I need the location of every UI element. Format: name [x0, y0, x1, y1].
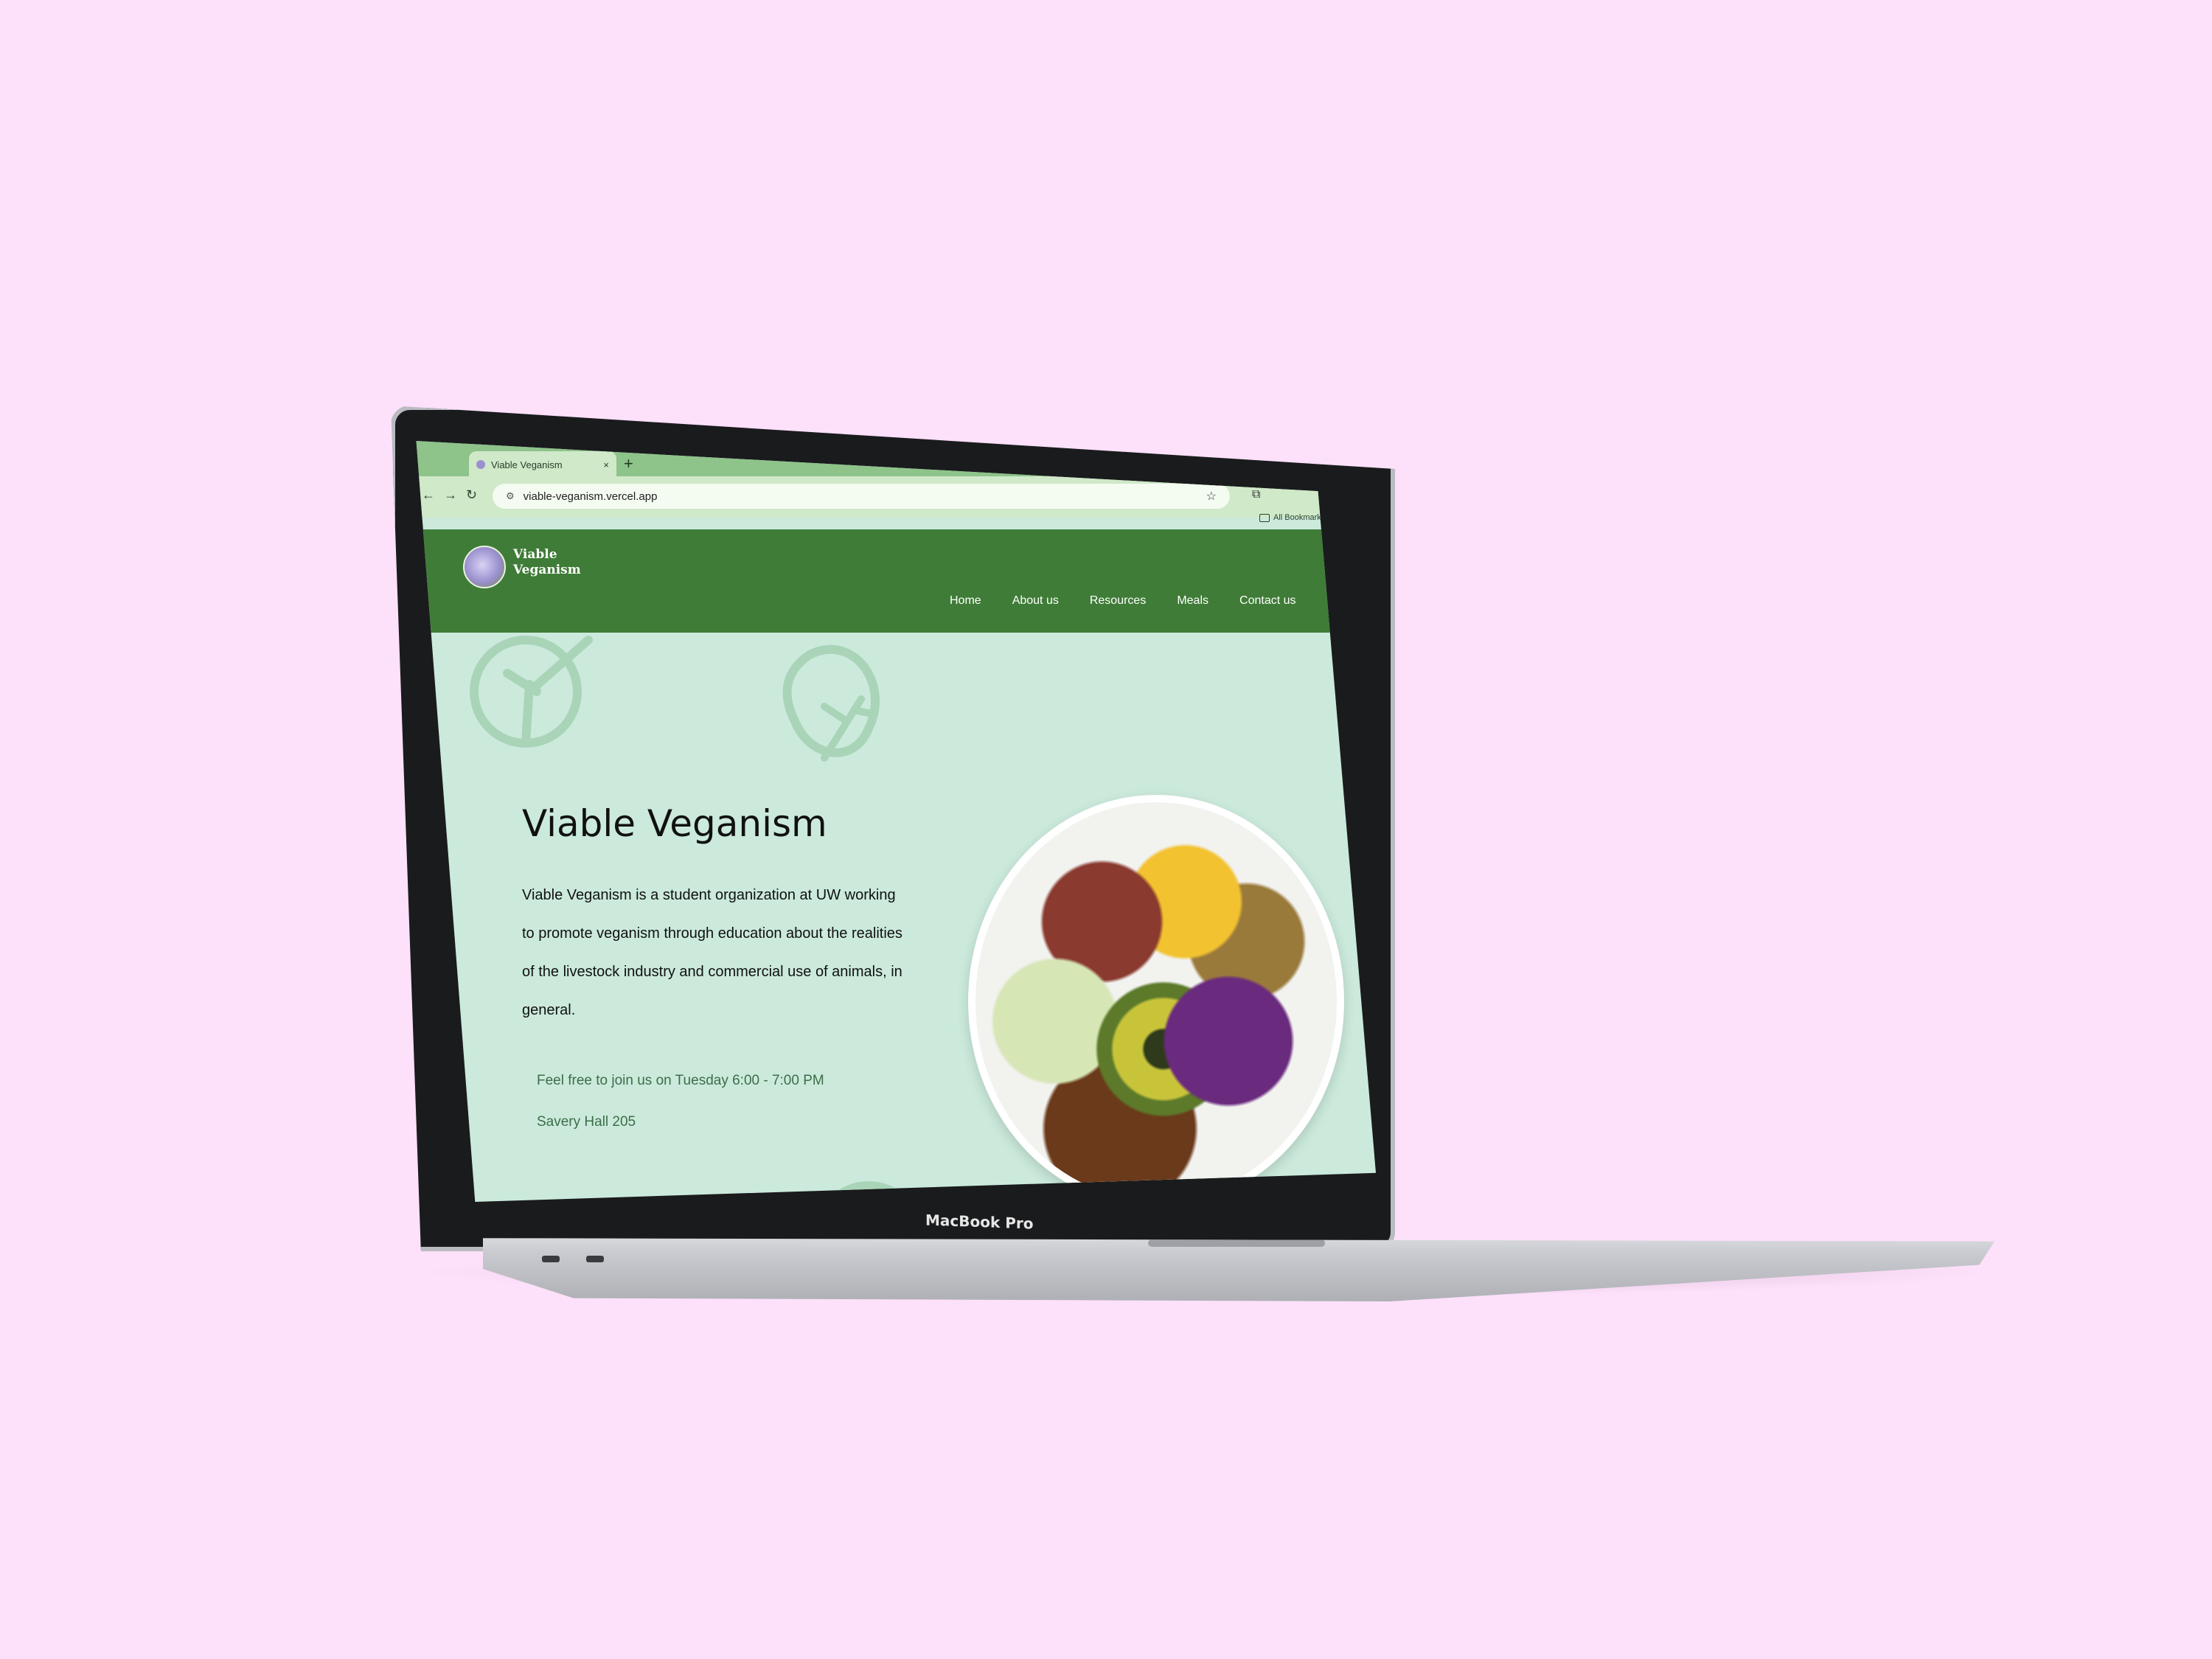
usb-c-port	[542, 1256, 560, 1262]
bookmarks-bar[interactable]: All Bookmarks	[1259, 513, 1325, 522]
new-tab-icon[interactable]: +	[624, 454, 633, 473]
laptop-screen: Viable Veganism × + ← → ↻ ⚙ viable-vegan…	[416, 441, 1376, 1202]
nav-meals[interactable]: Meals	[1177, 594, 1208, 608]
hero-section: Viable Veganism Viable Veganism is a stu…	[417, 633, 1376, 1202]
url-text: viable-veganism.vercel.app	[523, 490, 658, 503]
site-header: Viable Veganism Home About us Resources …	[416, 529, 1376, 633]
leaf-icon	[782, 645, 880, 762]
leaf-circle-icon	[470, 636, 593, 748]
nav-resources[interactable]: Resources	[1090, 594, 1146, 608]
back-icon[interactable]: ←	[422, 487, 435, 503]
meeting-info: Feel free to join us on Tuesday 6:00 - 7…	[537, 1060, 824, 1143]
site-info-icon[interactable]: ⚙	[506, 490, 515, 502]
device-label: MacBook Pro	[925, 1211, 1034, 1233]
meeting-time: Feel free to join us on Tuesday 6:00 - 7…	[537, 1073, 824, 1088]
hero-description: Viable Veganism is a student organizatio…	[522, 887, 902, 1018]
bookmarks-label: All Bookmarks	[1273, 513, 1326, 522]
browser-tab[interactable]: Viable Veganism ×	[469, 451, 616, 478]
main-nav: Home About us Resources Meals Contact us	[950, 594, 1296, 608]
hero-title: Viable Veganism	[522, 802, 827, 845]
brand-text: Viable Veganism	[513, 547, 581, 577]
reload-icon[interactable]: ↻	[466, 487, 477, 503]
extensions-icon[interactable]: ⧉	[1252, 488, 1260, 501]
tab-title: Viable Veganism	[491, 459, 563, 470]
close-tab-icon[interactable]: ×	[603, 459, 609, 470]
site-logo[interactable]	[463, 546, 506, 588]
usb-c-port	[586, 1256, 604, 1262]
forward-icon[interactable]: →	[444, 487, 457, 503]
food-bowl-image	[968, 795, 1344, 1202]
nav-home[interactable]: Home	[950, 594, 981, 608]
trackpad-notch	[1148, 1239, 1325, 1247]
brand-name[interactable]: Viable Veganism	[513, 547, 581, 578]
folder-icon	[1259, 513, 1270, 522]
meeting-place: Savery Hall 205	[537, 1114, 636, 1130]
nav-about-us[interactable]: About us	[1012, 594, 1059, 608]
mockup-scene: Viable Veganism × + ← → ↻ ⚙ viable-vegan…	[0, 0, 2212, 1659]
star-icon[interactable]: ☆	[1206, 489, 1217, 504]
address-bar[interactable]: ⚙ viable-veganism.vercel.app ☆	[493, 484, 1230, 509]
nav-contact-us[interactable]: Contact us	[1239, 594, 1295, 608]
favicon-icon	[476, 460, 485, 469]
